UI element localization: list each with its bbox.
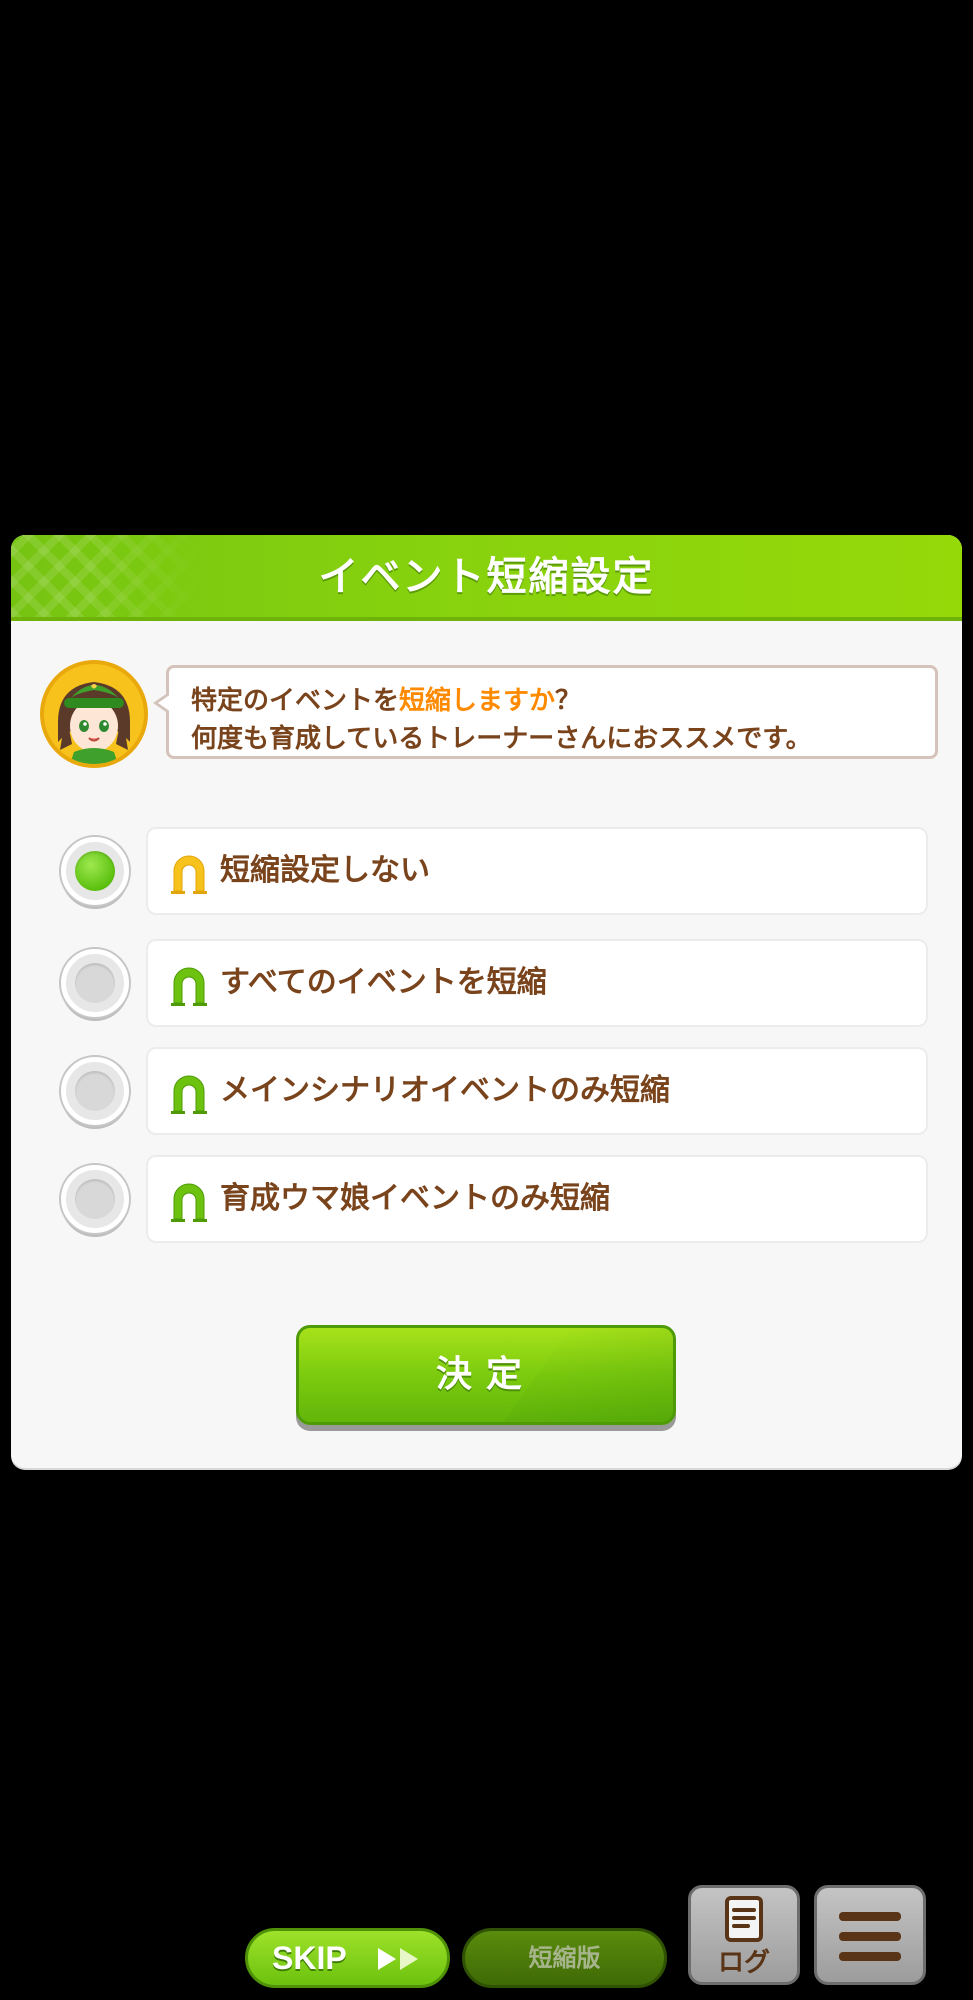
radio-button-selected[interactable] [61,837,129,905]
option-shorten-umamusume[interactable]: 育成ウマ娘イベントのみ短縮 [11,1155,962,1245]
radio-button[interactable] [61,1057,129,1125]
radio-button[interactable] [61,1165,129,1233]
speech-line-2: 何度も育成しているトレーナーさんにおススメです。 [191,724,812,754]
horseshoe-icon [171,1075,207,1114]
speech-line-1: 特定のイベントを短縮しますか？ [191,686,582,716]
option-card[interactable]: メインシナリオイベントのみ短縮 [146,1047,928,1135]
option-card[interactable]: 短縮設定しない [146,827,928,915]
radio-dot [75,1179,115,1219]
option-card[interactable]: すべてのイベントを短縮 [146,939,928,1027]
radio-dot [75,963,115,1003]
short-version-button[interactable]: 短縮版 [462,1928,667,1988]
option-label: 短縮設定しない [220,853,430,888]
confirm-button[interactable]: 決定 [296,1325,676,1425]
horseshoe-icon [171,967,207,1006]
option-shorten-all[interactable]: すべてのイベントを短縮 [11,939,962,1029]
horseshoe-icon [171,1183,207,1222]
character-avatar [40,660,148,768]
option-card[interactable]: 育成ウマ娘イベントのみ短縮 [146,1155,928,1243]
radio-dot [75,1071,115,1111]
log-label: ログ [717,1948,770,1978]
option-label: メインシナリオイベントのみ短縮 [220,1073,670,1108]
hamburger-menu-icon [839,1912,901,1961]
option-no-shortening[interactable]: 短縮設定しない [11,827,962,917]
event-shortening-dialog: イベント短縮設定 特定のイベントを短縮しますか？ 何度も育成しているトレーナーさ… [11,535,962,1468]
skip-label: SKIP [272,1940,347,1976]
log-button[interactable]: ログ [688,1885,800,1985]
option-shorten-main-scenario[interactable]: メインシナリオイベントのみ短縮 [11,1047,962,1137]
radio-button[interactable] [61,949,129,1017]
speech-highlight: 短縮しますか [399,686,556,716]
short-version-label: 短縮版 [528,1944,601,1972]
fast-forward-icon [378,1948,418,1970]
confirm-label: 決定 [435,1354,536,1395]
character-portrait-icon [44,664,144,764]
skip-button[interactable]: SKIP [245,1928,450,1988]
option-label: 育成ウマ娘イベントのみ短縮 [220,1181,610,1216]
menu-button[interactable] [814,1885,926,1985]
speech-bubble: 特定のイベントを短縮しますか？ 何度も育成しているトレーナーさんにおススメです。 [153,665,938,759]
dialog-title: イベント短縮設定 [318,554,655,600]
document-icon [725,1896,763,1942]
option-label: すべてのイベントを短縮 [220,965,547,1000]
radio-dot [75,851,115,891]
dialog-header: イベント短縮設定 [11,535,962,621]
horseshoe-icon-selected [171,855,207,894]
